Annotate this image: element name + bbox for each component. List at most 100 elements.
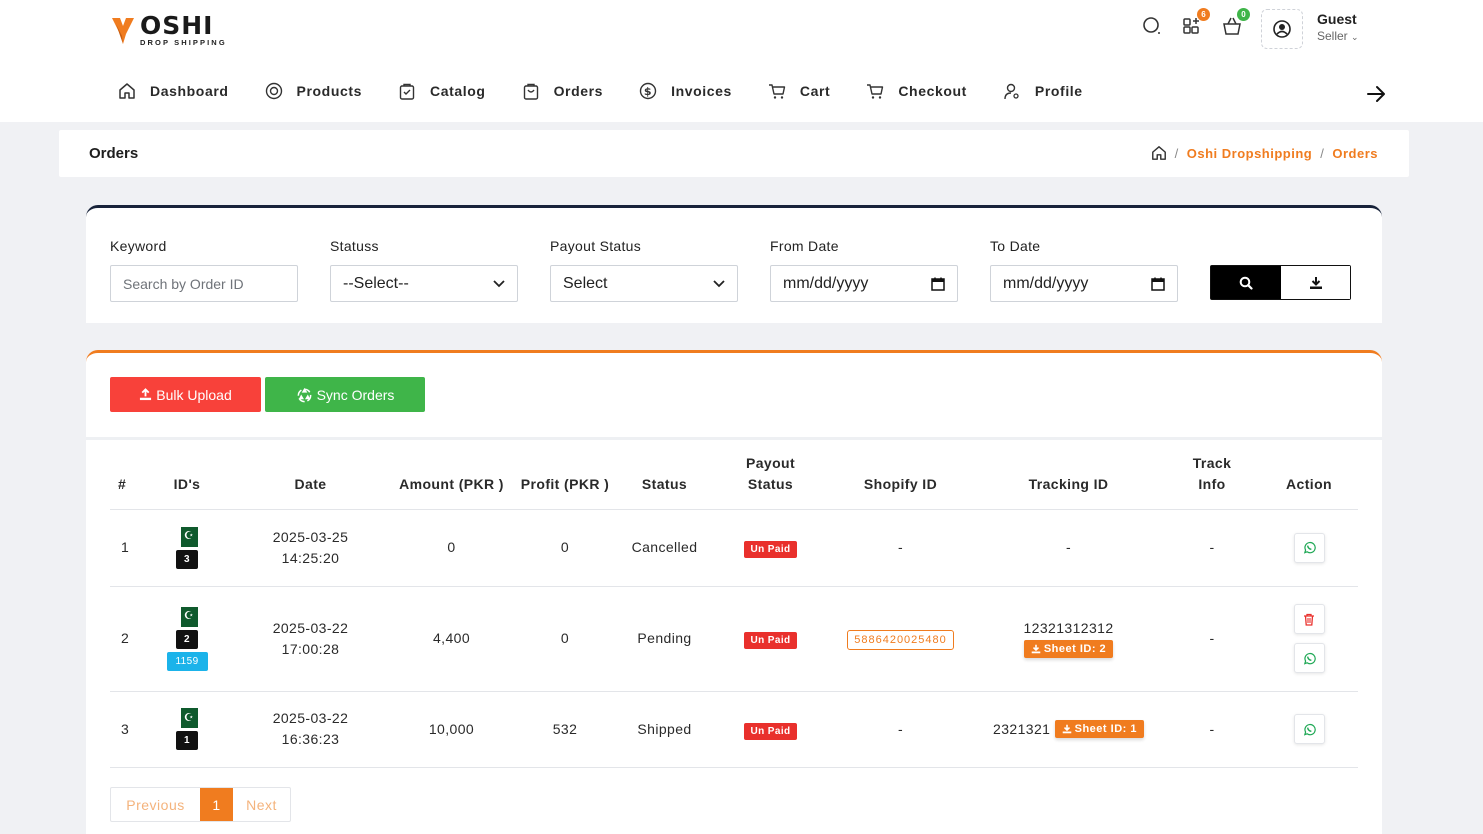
to-date-filter: To Date mm/dd/yyyy: [990, 238, 1178, 302]
trash-icon: [1304, 613, 1314, 626]
nav-label: Cart: [799, 83, 831, 99]
row-tracking: 2321321 Sheet ID: 1: [973, 691, 1164, 768]
sync-orders-button[interactable]: Sync Orders: [265, 377, 425, 412]
calendar-icon[interactable]: [1151, 277, 1165, 291]
payout-badge: Un Paid: [744, 722, 797, 740]
row-actions: [1260, 509, 1358, 587]
row-profit: 0: [514, 509, 616, 587]
status-select[interactable]: --Select--: [330, 265, 518, 302]
col-num: #: [110, 452, 142, 510]
user-name[interactable]: Guest: [1317, 11, 1357, 27]
divider: [86, 437, 1382, 440]
col-shopify: Shopify ID: [828, 452, 973, 510]
pagination-previous[interactable]: Previous: [111, 788, 200, 821]
brand-logo[interactable]: OSHI DROP SHIPPING: [110, 13, 227, 47]
keyword-filter: Keyword Search by Order ID: [110, 238, 298, 302]
basket-badge: 0: [1237, 8, 1250, 21]
sheet-id-label: Sheet ID: 2: [1043, 642, 1107, 655]
to-date-input[interactable]: mm/dd/yyyy: [990, 265, 1178, 302]
upload-icon: [140, 388, 152, 401]
table-row: 2 ☪ 2 1159 2025-03-22 17:00:28 4,400 0 Pe…: [110, 586, 1358, 692]
whatsapp-button[interactable]: [1293, 532, 1325, 563]
nav-dashboard[interactable]: Dashboard: [118, 82, 229, 100]
apps-badge: 6: [1197, 8, 1210, 21]
shopify-id-badge[interactable]: 5886420025480: [847, 629, 954, 650]
download-icon: [1309, 276, 1322, 289]
col-profit[interactable]: Profit (PKR ): [514, 452, 616, 510]
nav-label: Catalog: [430, 83, 486, 99]
sheet-id-badge[interactable]: Sheet ID: 1: [1054, 719, 1144, 738]
user-role-dropdown[interactable]: Seller ⌄: [1317, 29, 1359, 43]
row-date-time: 16:36:23: [281, 731, 340, 747]
col-date: Date: [232, 452, 389, 510]
home-icon[interactable]: [1151, 145, 1167, 161]
row-amount: 10,000: [389, 691, 514, 768]
row-shopify: -: [828, 509, 973, 587]
from-date-value: mm/dd/yyyy: [783, 274, 869, 292]
download-button[interactable]: [1281, 266, 1350, 299]
target-icon: [265, 82, 282, 100]
row-num: 1: [110, 509, 142, 587]
sheet-id-badge[interactable]: Sheet ID: 2: [1023, 639, 1114, 658]
nav-profile[interactable]: Profile: [1003, 82, 1083, 100]
row-status: Cancelled: [616, 509, 713, 587]
col-ids: ID's: [142, 452, 232, 510]
status-select-value: --Select--: [343, 274, 409, 292]
bulk-upload-button[interactable]: Bulk Upload: [110, 377, 261, 412]
col-tracking: Tracking ID: [973, 452, 1164, 510]
col-track-info: Track Info: [1164, 452, 1260, 510]
row-status: Shipped: [616, 691, 713, 768]
payout-select[interactable]: Select: [550, 265, 738, 302]
row-date-time: 17:00:28: [281, 640, 340, 657]
breadcrumb-current: Orders: [1332, 145, 1378, 161]
keyword-input[interactable]: Search by Order ID: [110, 265, 298, 302]
row-amount: 4,400: [389, 586, 514, 692]
nav-catalog[interactable]: Catalog: [398, 82, 486, 100]
nav-cart[interactable]: Cart: [768, 82, 830, 100]
to-date-value: mm/dd/yyyy: [1003, 274, 1089, 292]
cart-icon: [867, 84, 884, 99]
row-shopify: -: [828, 691, 973, 768]
from-date-input[interactable]: mm/dd/yyyy: [770, 265, 958, 302]
chevron-down-icon: [493, 279, 505, 287]
avatar[interactable]: [1261, 9, 1303, 49]
payout-filter: Payout Status Select: [550, 238, 738, 302]
logo-mark-icon: [112, 17, 134, 44]
whatsapp-button[interactable]: [1293, 714, 1325, 744]
row-profit: 0: [514, 586, 616, 692]
filter-panel: Keyword Search by Order ID Statuss --Sel…: [86, 205, 1382, 323]
chevron-down-icon: ⌄: [1351, 32, 1359, 42]
col-amount[interactable]: Amount (PKR ): [389, 452, 514, 510]
nav-products[interactable]: Products: [265, 82, 362, 100]
row-ids: ☪ 1: [142, 691, 232, 768]
row-payout: Un Paid: [713, 509, 828, 587]
row-actions: [1260, 586, 1358, 692]
orders-panel: Bulk Upload Sync Orders # ID's Date Amou…: [86, 350, 1382, 834]
nav-invoices[interactable]: $ Invoices: [639, 82, 732, 100]
nav-orders[interactable]: Orders: [522, 82, 604, 100]
download-icon: [1031, 644, 1041, 653]
row-amount: 0: [389, 509, 514, 587]
whatsapp-icon: [1303, 541, 1316, 554]
pagination-page[interactable]: 1: [200, 788, 233, 821]
delete-button[interactable]: [1293, 604, 1325, 634]
apps-icon[interactable]: 6: [1180, 8, 1210, 38]
sheet-id-label: Sheet ID: 1: [1074, 722, 1137, 735]
whatsapp-button[interactable]: [1293, 643, 1325, 673]
nav-checkout[interactable]: Checkout: [866, 82, 967, 100]
dollar-icon: $: [639, 82, 657, 100]
pagination-next[interactable]: Next: [233, 788, 290, 821]
breadcrumb-link[interactable]: Oshi Dropshipping: [1187, 146, 1313, 161]
basket-icon[interactable]: 0: [1220, 8, 1250, 38]
arrow-right-icon[interactable]: [1365, 83, 1387, 108]
brand-name: OSHI: [140, 11, 214, 40]
search-icon[interactable]: [1140, 14, 1164, 38]
bag-icon: [399, 83, 415, 100]
nav-label: Dashboard: [150, 83, 229, 99]
download-icon: [1062, 724, 1071, 733]
row-tracking: 12321312312 Sheet ID: 2: [973, 586, 1164, 692]
orders-table: # ID's Date Amount (PKR ) Profit (PKR ) …: [110, 452, 1358, 768]
breadcrumb-separator: /: [1174, 145, 1179, 161]
calendar-icon[interactable]: [931, 277, 945, 291]
search-button[interactable]: [1211, 266, 1281, 299]
